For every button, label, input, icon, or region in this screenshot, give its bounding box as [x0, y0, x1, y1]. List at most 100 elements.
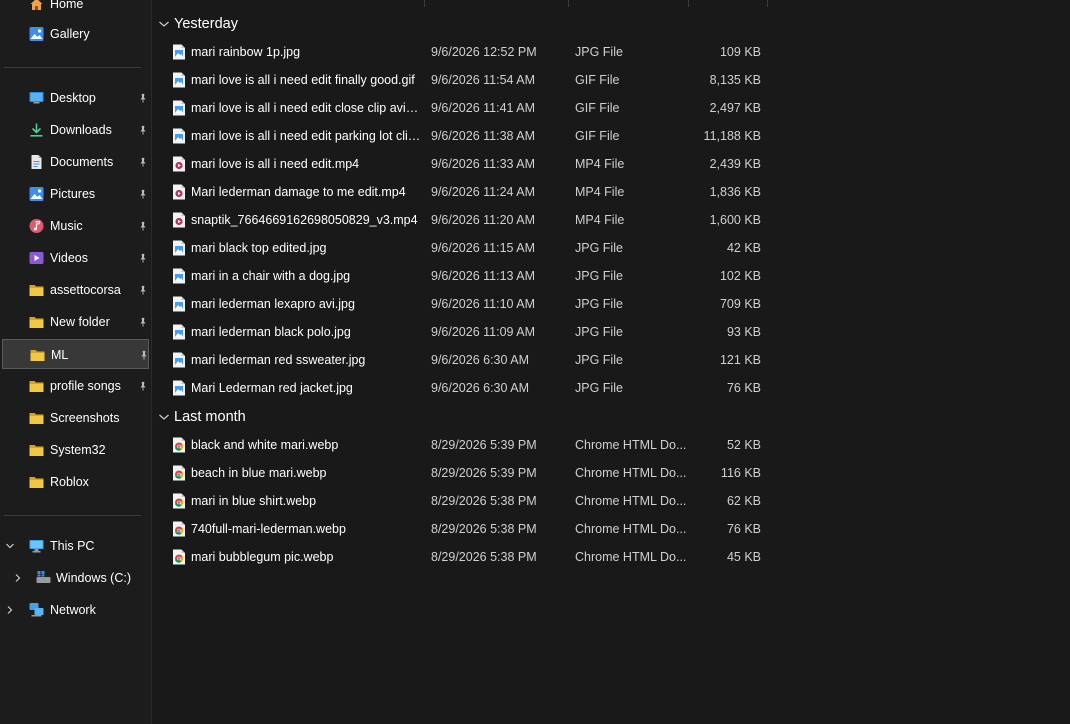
file-row[interactable]: mari rainbow 1p.jpg 9/6/2026 12:52 PM JPG …	[152, 38, 772, 66]
file-type: GIF File	[575, 101, 620, 115]
file-name[interactable]: 740full-mari-lederman.webp	[191, 522, 421, 536]
file-name[interactable]: mari love is all i need edit.mp4	[191, 157, 421, 171]
file-type: GIF File	[575, 73, 620, 87]
file-name[interactable]: beach in blue mari.webp	[191, 466, 421, 480]
column-divider[interactable]	[688, 0, 689, 7]
column-divider[interactable]	[568, 0, 569, 7]
file-name[interactable]: mari love is all i need edit parking lot…	[191, 129, 421, 143]
file-row[interactable]: mari in a chair with a dog.jpg 9/6/2026 1…	[152, 262, 772, 290]
group-header-yesterday[interactable]: Yesterday	[158, 12, 238, 36]
file-size: 109 KB	[719, 45, 761, 59]
sidebar-item-videos[interactable]: Videos	[2, 243, 149, 273]
file-name[interactable]: Mari lederman damage to me edit.mp4	[191, 185, 421, 199]
file-row[interactable]: beach in blue mari.webp 8/29/2026 5:39 PM…	[152, 459, 772, 487]
sidebar-item-new-folder[interactable]: New folder	[2, 307, 149, 337]
sidebar-item-music[interactable]: Music	[2, 211, 149, 241]
file-date-modified: 9/6/2026 11:20 AM	[431, 213, 536, 227]
sidebar-item-roblox[interactable]: Roblox	[2, 467, 149, 497]
file-name[interactable]: mari in blue shirt.webp	[191, 494, 421, 508]
file-row[interactable]: mari love is all i need edit close clip …	[152, 94, 772, 122]
sidebar-item-assettocorsa[interactable]: assettocorsa	[2, 275, 149, 305]
file-name[interactable]: mari lederman lexapro avi.jpg	[191, 297, 421, 311]
pin-icon[interactable]	[138, 156, 148, 168]
file-type: MP4 File	[575, 185, 625, 199]
file-row[interactable]: mari black top edited.jpg 9/6/2026 11:15 …	[152, 234, 772, 262]
file-row[interactable]: black and white mari.webp 8/29/2026 5:39 …	[152, 431, 772, 459]
file-type: Chrome HTML Do...	[575, 494, 687, 508]
sidebar-item-pictures[interactable]: Pictures	[2, 179, 149, 209]
pin-icon[interactable]	[139, 349, 149, 361]
sidebar-item-documents[interactable]: Documents	[2, 147, 149, 177]
navigation-pane: Home Gallery Desktop Downloads Documents Pi…	[0, 0, 152, 724]
file-name[interactable]: mari love is all i need edit finally goo…	[191, 73, 421, 87]
group-header-last-month[interactable]: Last month	[158, 405, 246, 429]
chevron-down-icon[interactable]	[158, 412, 170, 422]
pin-icon[interactable]	[138, 284, 148, 296]
file-row[interactable]: snaptik_7664669162698050829_v3.mp4 9/6/20…	[152, 206, 772, 234]
pin-icon[interactable]	[138, 124, 148, 136]
pin-icon[interactable]	[138, 220, 148, 232]
sidebar-item-home[interactable]: Home	[2, 0, 147, 19]
sidebar-item-system32[interactable]: System32	[2, 435, 149, 465]
pin-icon[interactable]	[138, 188, 148, 200]
file-name[interactable]: mari bubblegum pic.webp	[191, 550, 421, 564]
file-size: 1,836 KB	[709, 185, 761, 199]
chevron-down-icon[interactable]	[5, 541, 15, 551]
file-name[interactable]: mari black top edited.jpg	[191, 241, 421, 255]
file-date-modified: 9/6/2026 6:30 AM	[431, 353, 529, 367]
chevron-down-icon[interactable]	[158, 19, 170, 29]
file-row[interactable]: Mari lederman damage to me edit.mp4 9/6/2…	[152, 178, 772, 206]
file-name[interactable]: mari lederman red ssweater.jpg	[191, 353, 421, 367]
sidebar-item-gallery[interactable]: Gallery	[2, 19, 147, 49]
sidebar-item-profile-songs[interactable]: profile songs	[2, 371, 149, 401]
sidebar-item-desktop[interactable]: Desktop	[2, 83, 149, 113]
file-type: GIF File	[575, 129, 620, 143]
file-name[interactable]: mari love is all i need edit close clip …	[191, 101, 421, 115]
pin-icon[interactable]	[138, 380, 148, 392]
pin-icon[interactable]	[138, 92, 148, 104]
file-row[interactable]: mari lederman red ssweater.jpg 9/6/2026 6…	[152, 346, 772, 374]
sidebar-item-screenshots[interactable]: Screenshots	[2, 403, 149, 433]
sidebar-item-ml[interactable]: ML	[2, 339, 149, 369]
file-size: 121 KB	[719, 353, 761, 367]
file-type: JPG File	[575, 381, 623, 395]
file-date-modified: 8/29/2026 5:38 PM	[431, 550, 537, 564]
file-row[interactable]: mari lederman black polo.jpg 9/6/2026 11:…	[152, 318, 772, 346]
chrome-file-icon	[173, 437, 185, 453]
video-file-icon	[173, 212, 185, 228]
chevron-right-icon[interactable]	[13, 573, 23, 583]
sidebar-item-label: Windows (C:)	[56, 571, 132, 585]
pin-icon[interactable]	[138, 252, 148, 264]
file-name[interactable]: snaptik_7664669162698050829_v3.mp4	[191, 213, 421, 227]
file-name[interactable]: mari in a chair with a dog.jpg	[191, 269, 421, 283]
column-divider[interactable]	[424, 0, 425, 7]
file-row[interactable]: mari love is all i need edit parking lot…	[152, 122, 772, 150]
file-row[interactable]: 740full-mari-lederman.webp 8/29/2026 5:38…	[152, 515, 772, 543]
group-label: Yesterday	[174, 16, 238, 32]
file-name[interactable]: Mari Lederman red jacket.jpg	[191, 381, 421, 395]
chevron-right-icon[interactable]	[5, 605, 15, 615]
file-name[interactable]: mari lederman black polo.jpg	[191, 325, 421, 339]
image-file-icon	[173, 352, 185, 368]
sidebar-item-windows-drive[interactable]: Windows (C:)	[2, 563, 147, 593]
file-row[interactable]: Mari Lederman red jacket.jpg 9/6/2026 6:3…	[152, 374, 772, 402]
file-row[interactable]: mari in blue shirt.webp 8/29/2026 5:38 PM…	[152, 487, 772, 515]
file-name[interactable]: mari rainbow 1p.jpg	[191, 45, 421, 59]
column-divider[interactable]	[767, 0, 768, 7]
file-name[interactable]: black and white mari.webp	[191, 438, 421, 452]
file-type: JPG File	[575, 353, 623, 367]
file-row[interactable]: mari bubblegum pic.webp 8/29/2026 5:38 PM…	[152, 543, 772, 571]
sidebar-item-label: Home	[50, 0, 84, 11]
sidebar-item-this-pc[interactable]: This PC	[2, 531, 147, 561]
sidebar-item-label: Music	[50, 219, 83, 233]
file-row[interactable]: mari lederman lexapro avi.jpg 9/6/2026 11…	[152, 290, 772, 318]
pin-icon[interactable]	[138, 316, 148, 328]
file-row[interactable]: mari love is all i need edit.mp4 9/6/2026…	[152, 150, 772, 178]
file-type: MP4 File	[575, 213, 625, 227]
home-icon	[30, 0, 43, 10]
sidebar-item-network[interactable]: Network	[2, 595, 147, 625]
sidebar-item-downloads[interactable]: Downloads	[2, 115, 149, 145]
video-file-icon	[173, 184, 185, 200]
sidebar-item-label: Roblox	[50, 475, 89, 489]
file-row[interactable]: mari love is all i need edit finally goo…	[152, 66, 772, 94]
